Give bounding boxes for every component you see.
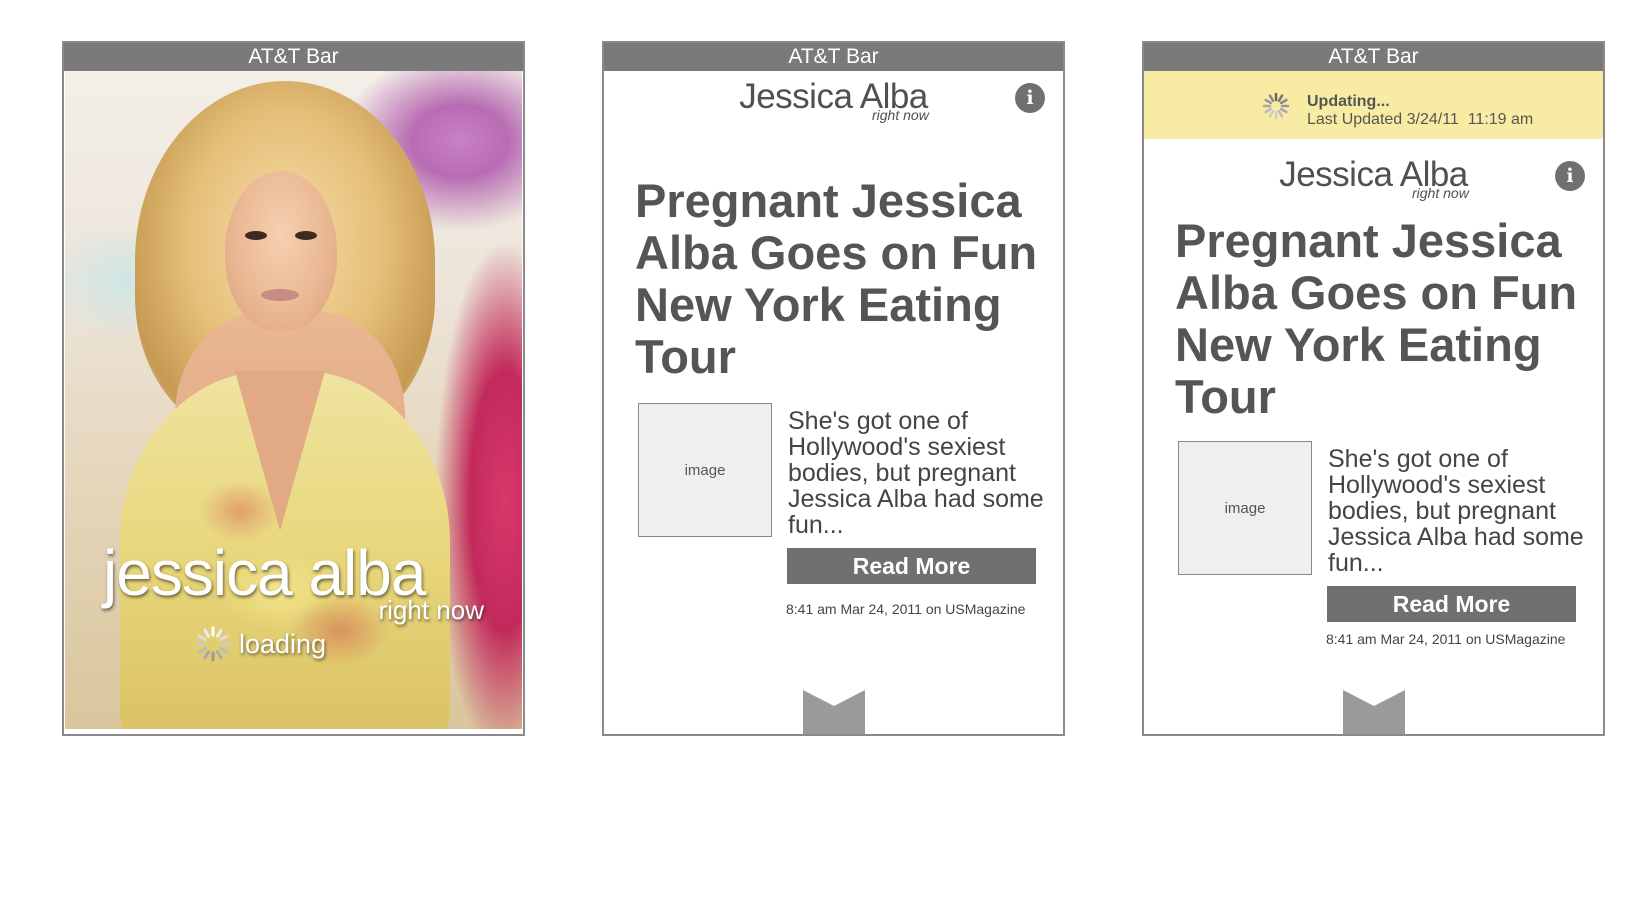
neckline-shape	[235, 371, 325, 531]
article-meta: 8:41 am Mar 24, 2011 on USMagazine	[1326, 631, 1566, 647]
app-subtitle: right now	[1412, 185, 1469, 201]
info-icon[interactable]: i	[1015, 83, 1045, 113]
last-updated: Last Updated 3/24/11 11:19 am	[1307, 111, 1534, 128]
article-headline[interactable]: Pregnant Jessica Alba Goes on Fun New Yo…	[635, 175, 1043, 383]
read-more-button[interactable]: Read More	[1327, 586, 1576, 622]
app-subtitle: right now	[872, 107, 929, 123]
loading-indicator: loading	[195, 626, 326, 662]
splash-title: jessica alba	[103, 537, 426, 609]
article-image[interactable]: image	[1178, 441, 1312, 575]
update-status: Updating...	[1307, 93, 1390, 110]
left-eye	[245, 231, 267, 240]
spinner-icon	[1262, 92, 1290, 120]
image-label: image	[1224, 499, 1266, 517]
read-more-button[interactable]: Read More	[787, 548, 1036, 584]
face-shape	[225, 171, 337, 331]
article-summary: She's got one of Hollywood's sexiest bod…	[788, 407, 1044, 539]
loading-label: loading	[239, 628, 327, 659]
splash-subtitle: right now	[378, 595, 485, 625]
article-body: image She's got one of Hollywood's sexie…	[1144, 441, 1603, 651]
article-headline[interactable]: Pregnant Jessica Alba Goes on Fun New Yo…	[1175, 215, 1583, 423]
article-summary: She's got one of Hollywood's sexiest bod…	[1328, 445, 1584, 577]
bottom-tab-icon[interactable]	[803, 690, 865, 734]
bottom-tab-icon[interactable]	[1343, 690, 1405, 734]
update-banner: Updating... Last Updated 3/24/11 11:19 a…	[1144, 71, 1603, 139]
splash-photo: jessica alba right now loading	[65, 71, 522, 729]
app-title: Jessica Alba	[1279, 155, 1468, 194]
article-image[interactable]: image	[638, 403, 772, 537]
spinner-icon	[195, 626, 231, 662]
phone-frame-article: AT&T Bar Jessica Alba right now i Pregna…	[602, 41, 1065, 736]
status-bar: AT&T Bar	[64, 43, 523, 71]
lips	[261, 289, 299, 301]
app-title: Jessica Alba	[739, 77, 928, 116]
image-label: image	[684, 461, 726, 479]
info-icon[interactable]: i	[1555, 161, 1585, 191]
phone-frame-splash: AT&T Bar jessica alba right now loading	[62, 41, 525, 736]
status-bar: AT&T Bar	[604, 43, 1063, 71]
article-body: image She's got one of Hollywood's sexie…	[604, 403, 1063, 617]
right-eye	[295, 231, 317, 240]
status-bar: AT&T Bar	[1144, 43, 1603, 71]
article-meta: 8:41 am Mar 24, 2011 on USMagazine	[786, 601, 1026, 617]
app-header: Jessica Alba right now i	[1144, 149, 1603, 219]
app-header: Jessica Alba right now i	[604, 71, 1063, 141]
phone-frame-article-updating: AT&T Bar Updating... Last Updated 3/24/1…	[1142, 41, 1605, 736]
